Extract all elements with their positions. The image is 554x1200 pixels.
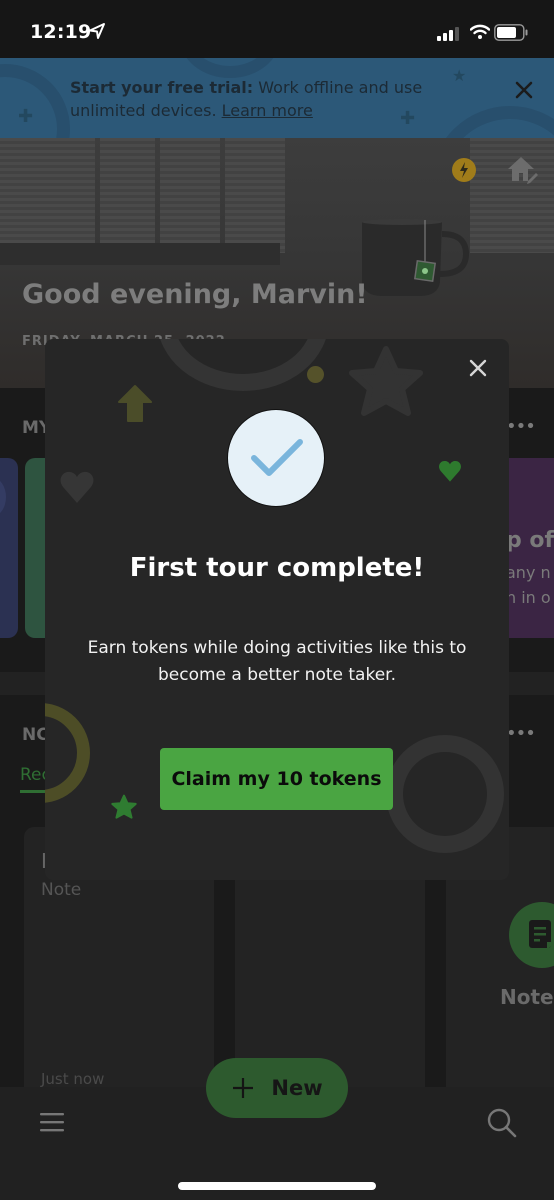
widget-text: any n	[506, 563, 551, 582]
hero-image	[0, 138, 95, 253]
plus-decoration: ✚	[18, 106, 34, 127]
trial-banner: ✚ ✚ ★ Start your free trial: Work offlin…	[0, 58, 554, 138]
cellular-signal-icon	[437, 27, 459, 41]
more-dots-icon[interactable]: •••	[506, 416, 536, 437]
arrow-up-decoration-icon	[118, 385, 152, 422]
learn-more-link[interactable]: Learn more	[222, 101, 313, 120]
banner-decoration	[180, 58, 280, 78]
home-indicator	[178, 1182, 376, 1190]
heart-decoration-icon	[60, 471, 94, 503]
star-decoration-icon	[349, 346, 423, 416]
wifi-icon	[470, 24, 490, 39]
banner-message: Start your free trial: Work offline and …	[70, 76, 490, 122]
checkmark-icon	[251, 439, 303, 476]
star-decoration-icon	[111, 794, 137, 819]
modal-description: Earn tokens while doing activities like …	[87, 638, 467, 685]
mug-image	[362, 219, 470, 296]
hero-image	[225, 138, 285, 253]
hamburger-menu-icon[interactable]	[39, 1111, 65, 1133]
widget-title: p of	[506, 528, 554, 553]
note-icon	[529, 920, 554, 950]
status-bar: 12:19	[0, 0, 554, 58]
home-edit-icon[interactable]	[506, 155, 538, 185]
hero-image	[0, 243, 280, 265]
lightning-token-icon[interactable]	[452, 158, 476, 182]
widget-text: n in o	[506, 588, 551, 607]
banner-close-icon[interactable]	[512, 78, 536, 102]
battery-icon	[494, 24, 528, 41]
widget-decoration	[0, 478, 6, 516]
location-arrow-icon	[89, 23, 105, 39]
plus-icon	[233, 1078, 254, 1098]
tour-complete-modal: First tour complete! Earn tokens while d…	[45, 339, 509, 880]
ring-decoration	[45, 703, 90, 803]
modal-close-icon[interactable]	[467, 357, 489, 379]
ring-decoration	[386, 735, 504, 853]
new-button-label: New	[271, 1076, 323, 1100]
hero-image	[160, 138, 220, 253]
claim-tokens-button[interactable]: Claim my 10 tokens	[160, 748, 393, 810]
dot-decoration	[307, 366, 324, 383]
ring-decoration	[157, 339, 329, 391]
note-timestamp: Just now	[41, 1070, 105, 1088]
status-time: 12:19	[30, 21, 92, 43]
notes-shortcut-label: Notes	[500, 985, 554, 1009]
hero-image	[100, 138, 155, 253]
heart-decoration-icon	[439, 460, 461, 482]
success-badge	[227, 409, 325, 507]
greeting-title: Good evening, Marvin!	[22, 279, 368, 310]
note-subtitle: Note	[41, 880, 82, 900]
widget-card[interactable]	[0, 458, 18, 638]
modal-title: First tour complete!	[129, 553, 425, 583]
more-dots-icon[interactable]: •••	[506, 723, 536, 744]
new-note-button[interactable]: New	[206, 1058, 348, 1118]
search-icon[interactable]	[486, 1107, 518, 1139]
banner-decoration	[0, 64, 70, 138]
banner-bold-text: Start your free trial:	[70, 78, 254, 97]
